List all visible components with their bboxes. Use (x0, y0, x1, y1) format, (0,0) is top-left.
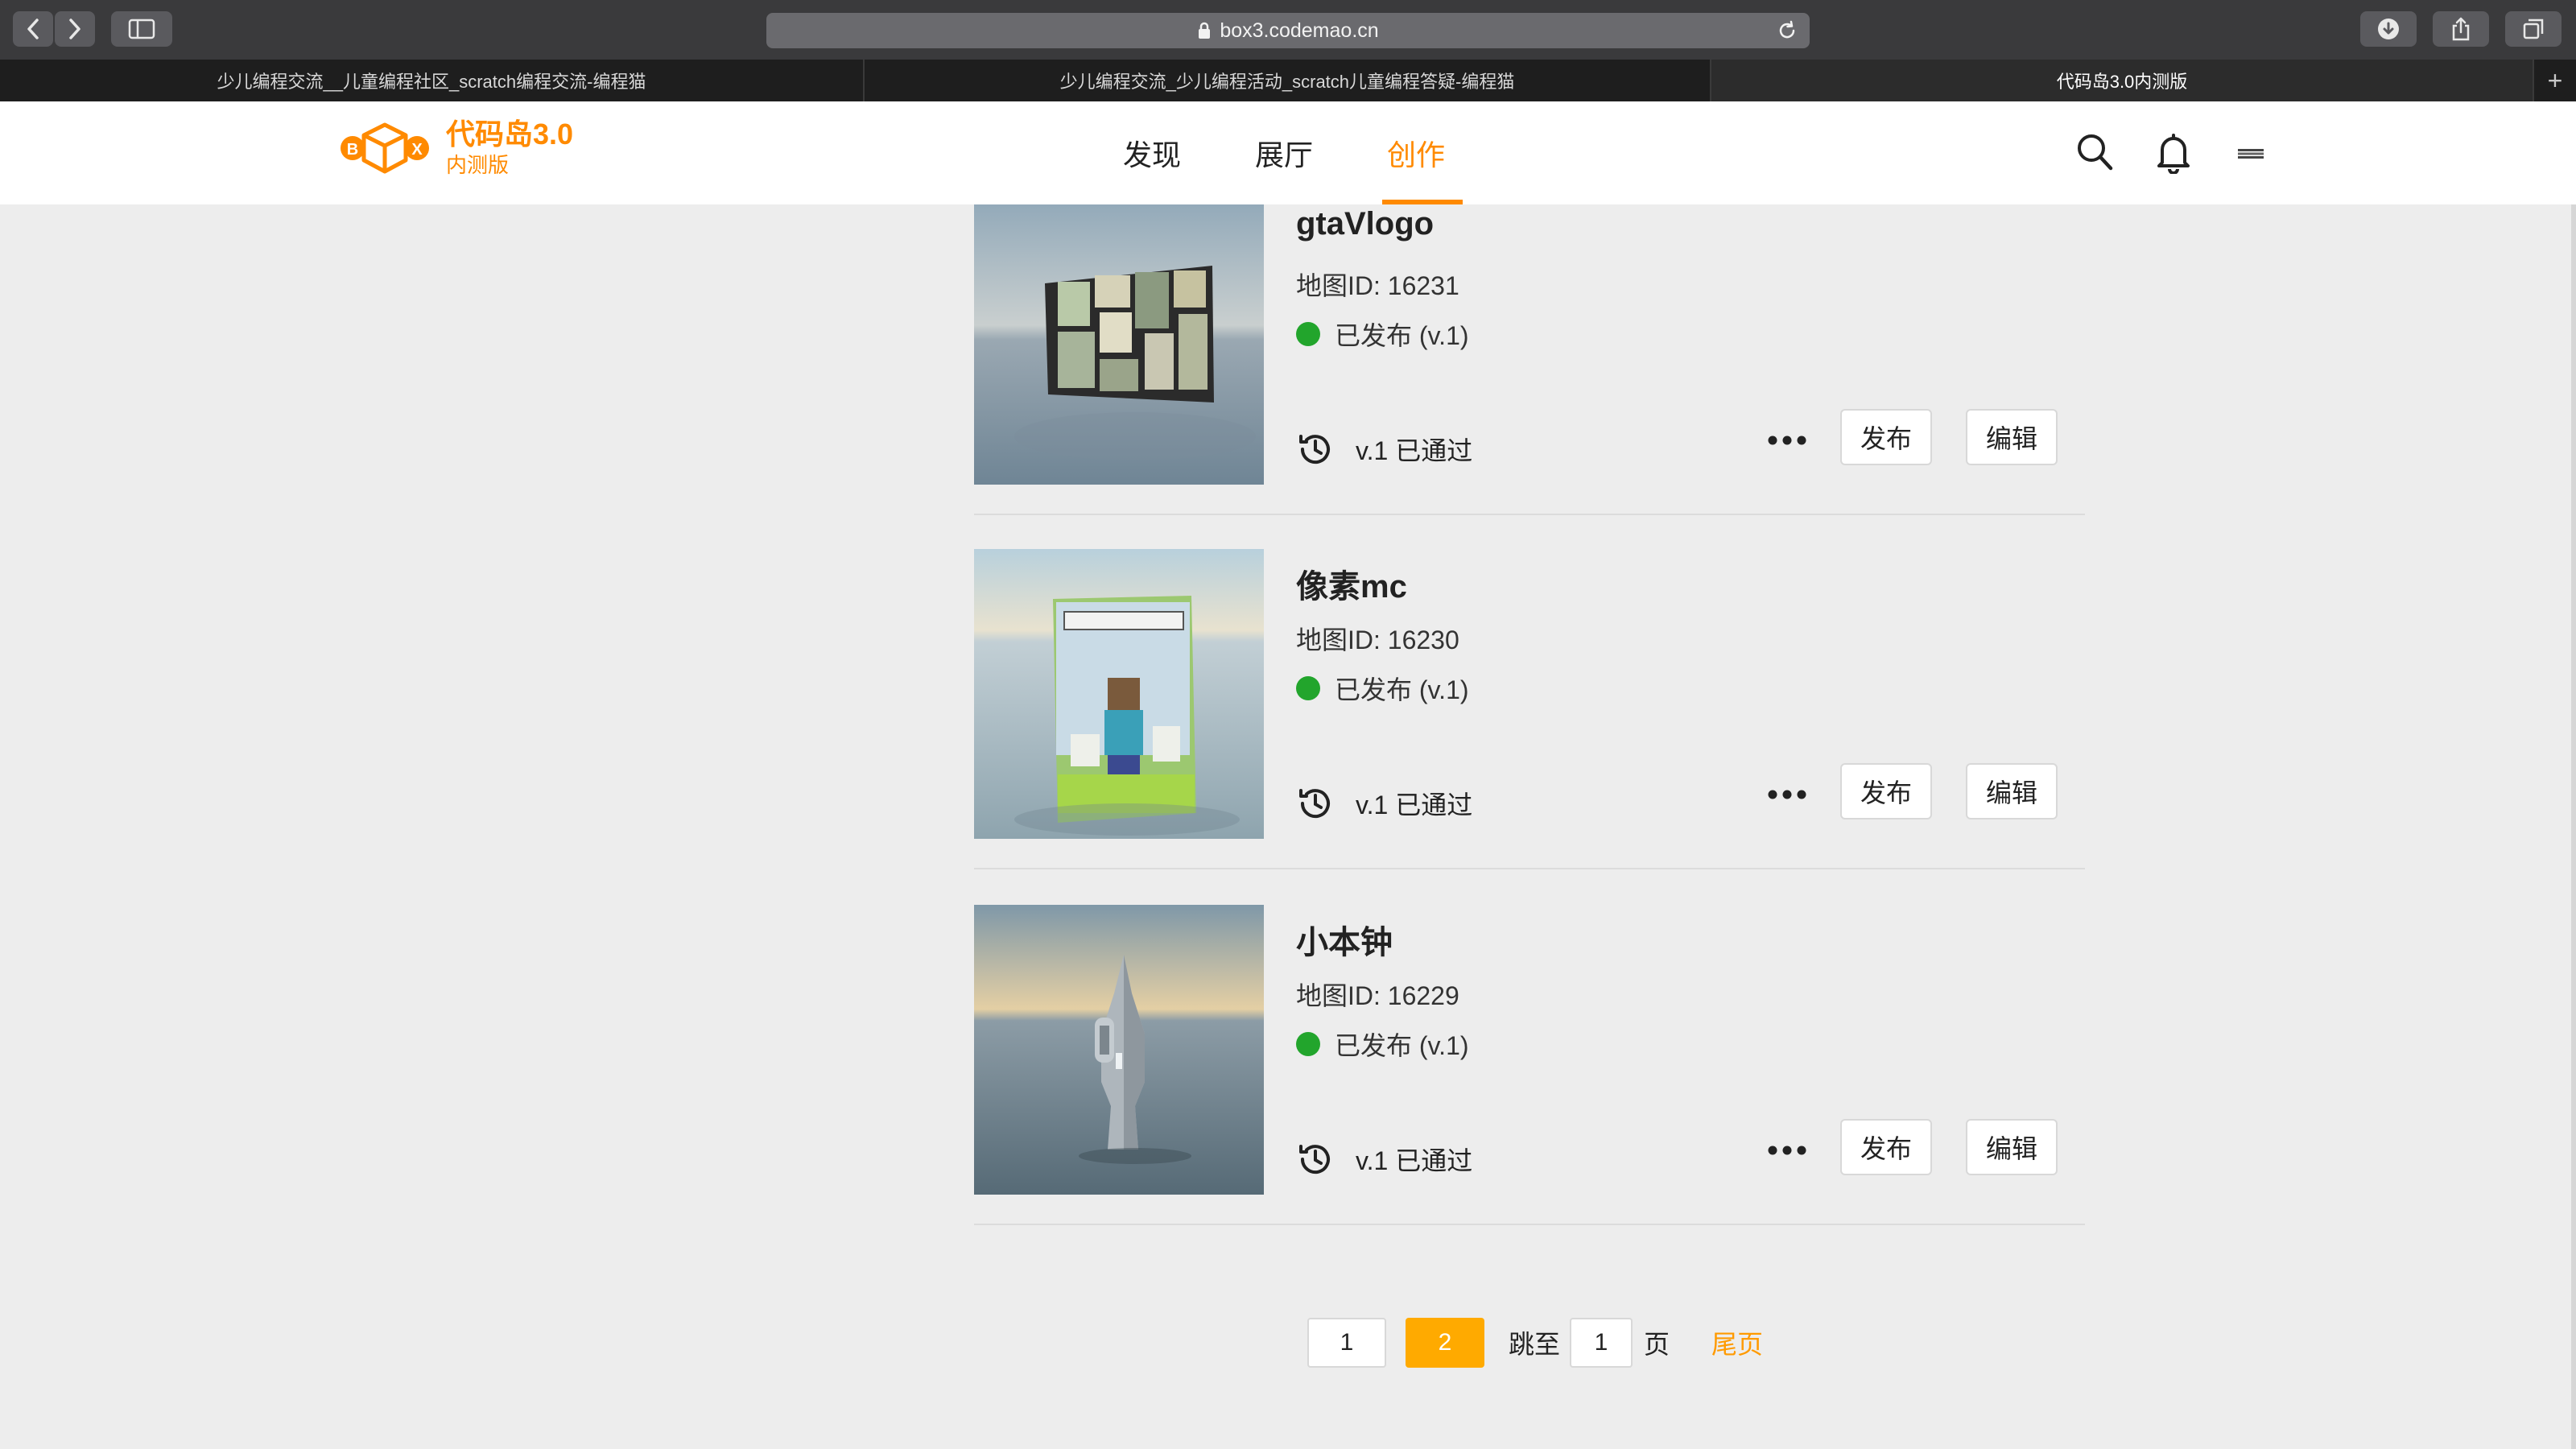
browser-toolbar: box3.codemao.cn (0, 0, 2576, 60)
sidebar-toggle-button[interactable] (111, 11, 172, 47)
publish-button[interactable]: 发布 (1840, 409, 1932, 465)
reload-icon[interactable] (1776, 19, 1798, 47)
url-text: box3.codemao.cn (1220, 19, 1379, 42)
project-card: 像素mc 地图ID: 16230 已发布 (v.1) v.1 已通过 发布 编辑 (974, 549, 2085, 869)
share-button[interactable] (2433, 11, 2489, 47)
logo-letter: X (411, 141, 423, 159)
edit-button[interactable]: 编辑 (1966, 409, 2058, 465)
chevron-left-icon (27, 19, 39, 39)
logo-subtitle: 内测版 (446, 153, 510, 178)
publish-status: 已发布 (v.1) (1296, 316, 1469, 353)
tab-3-active[interactable]: 代码岛3.0内测版 (1711, 60, 2534, 101)
map-id: 地图ID: 16229 (1296, 981, 1459, 1010)
search-icon[interactable] (2075, 132, 2114, 176)
tab-1[interactable]: 少儿编程交流__儿童编程社区_scratch编程交流-编程猫 (0, 60, 865, 101)
box-logo-icon: B X (341, 122, 429, 174)
more-options-icon[interactable] (1763, 1130, 1811, 1170)
project-thumbnail[interactable] (974, 549, 1264, 839)
downloads-button[interactable] (2360, 11, 2417, 47)
project-title[interactable]: gtaVlogo (1296, 206, 1434, 242)
jump-label: 跳至 (1509, 1330, 1561, 1359)
edit-button[interactable]: 编辑 (1966, 763, 2058, 819)
publish-button[interactable]: 发布 (1840, 1119, 1932, 1175)
plus-icon: + (2547, 65, 2563, 95)
history-icon (1299, 1145, 1330, 1174)
page-unit-label: 页 (1644, 1330, 1670, 1359)
menu-icon[interactable] (2238, 148, 2264, 163)
edit-button[interactable]: 编辑 (1966, 1119, 2058, 1175)
map-id: 地图ID: 16230 (1296, 625, 1459, 654)
address-bar[interactable]: box3.codemao.cn (766, 13, 1810, 48)
map-id: 地图ID: 16231 (1296, 271, 1459, 300)
forward-button[interactable] (55, 11, 95, 47)
history-icon (1299, 435, 1330, 464)
project-thumbnail[interactable] (974, 905, 1264, 1195)
tab-title: 代码岛3.0内测版 (2056, 72, 2188, 92)
tab-strip: 少儿编程交流__儿童编程社区_scratch编程交流-编程猫 少儿编程交流_少儿… (0, 60, 2576, 101)
lock-icon (1197, 22, 1212, 39)
page-button-1[interactable]: 1 (1307, 1318, 1386, 1368)
download-icon (2378, 19, 2399, 39)
back-button[interactable] (13, 11, 53, 47)
project-title[interactable]: 像素mc (1296, 560, 1407, 607)
tabs-icon (2523, 19, 2544, 39)
project-card: gtaVlogo 地图ID: 16231 已发布 (v.1) v.1 已通过 发… (974, 195, 2085, 515)
status-dot-icon (1296, 1032, 1320, 1056)
more-options-icon[interactable] (1763, 420, 1811, 460)
tabs-overview-button[interactable] (2505, 11, 2562, 47)
project-card: 小本钟 地图ID: 16229 已发布 (v.1) v.1 已通过 发布 编辑 (974, 905, 2085, 1225)
bell-icon[interactable] (2154, 132, 2193, 178)
pagination: 1 2 跳至 1 页 尾页 (1307, 1317, 1763, 1368)
sidebar-icon (128, 19, 155, 39)
site-logo[interactable]: B X 代码岛3.0 内测版 (338, 118, 573, 178)
jump-page-input[interactable]: 1 (1570, 1318, 1633, 1368)
new-tab-button[interactable]: + (2534, 60, 2576, 101)
version-history[interactable]: v.1 已通过 (1296, 430, 1472, 469)
tab-title: 少儿编程交流__儿童编程社区_scratch编程交流-编程猫 (217, 72, 646, 92)
nav-discover[interactable]: 发现 (1123, 101, 1181, 204)
logo-letter: B (347, 141, 358, 159)
version-history[interactable]: v.1 已通过 (1296, 784, 1472, 823)
publish-status: 已发布 (v.1) (1296, 670, 1469, 707)
version-history[interactable]: v.1 已通过 (1296, 1140, 1472, 1179)
tab-2[interactable]: 少儿编程交流_少儿编程活动_scratch儿童编程答疑-编程猫 (865, 60, 1711, 101)
history-icon (1299, 789, 1330, 819)
status-dot-icon (1296, 676, 1320, 700)
publish-button[interactable]: 发布 (1840, 763, 1932, 819)
last-page-link[interactable]: 尾页 (1711, 1324, 1763, 1361)
page-button-2-current[interactable]: 2 (1406, 1318, 1484, 1368)
page-scrollbar-track[interactable] (2571, 101, 2576, 1449)
nav-create[interactable]: 创作 (1382, 101, 1463, 204)
publish-status: 已发布 (v.1) (1296, 1026, 1469, 1063)
share-icon (2452, 17, 2470, 41)
nav-gallery[interactable]: 展厅 (1255, 101, 1313, 204)
main-nav: 发现 展厅 创作 (1123, 101, 1519, 204)
tab-title: 少儿编程交流_少儿编程活动_scratch儿童编程答疑-编程猫 (1059, 72, 1515, 92)
site-header: B X 代码岛3.0 内测版 发现 展厅 创作 (0, 101, 2576, 204)
status-dot-icon (1296, 322, 1320, 346)
logo-title: 代码岛3.0 (446, 118, 574, 151)
project-title[interactable]: 小本钟 (1296, 916, 1393, 963)
more-options-icon[interactable] (1763, 774, 1811, 815)
project-thumbnail[interactable] (974, 195, 1264, 485)
chevron-right-icon (69, 19, 80, 39)
